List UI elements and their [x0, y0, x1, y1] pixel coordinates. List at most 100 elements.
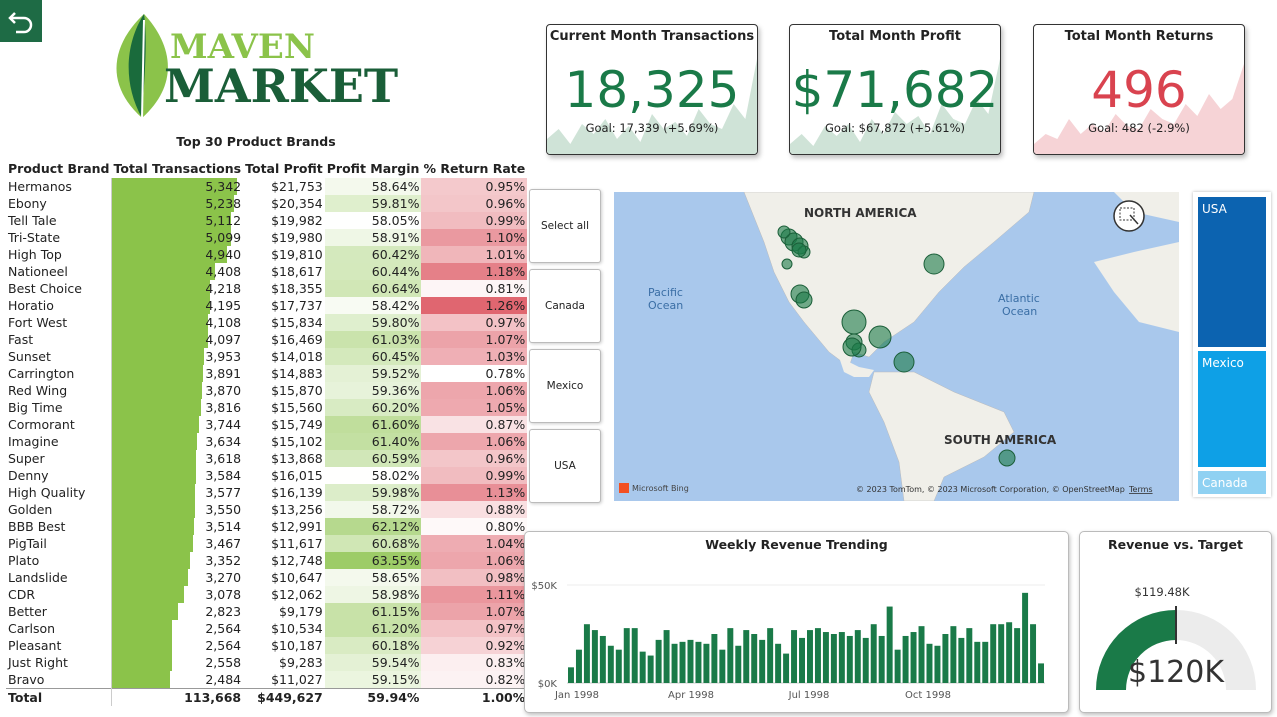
revenue-bar: [1038, 663, 1044, 683]
cell-margin: 59.15%: [324, 671, 422, 689]
country-treemap[interactable]: USA Mexico Canada: [1193, 192, 1271, 497]
table-row[interactable]: Best Choice 4,218 $18,355 60.64% 0.81%: [6, 280, 528, 297]
col-header-0[interactable]: Product Brand: [6, 153, 111, 178]
kpi-card-1[interactable]: Total Month Profit $71,682 Goal: $67,872 (…: [789, 24, 1001, 155]
cell-margin: 58.65%: [324, 569, 422, 586]
lasso-select-icon[interactable]: [1113, 200, 1145, 232]
treemap-canada[interactable]: Canada: [1198, 471, 1266, 496]
cell-brand: Cormorant: [6, 416, 112, 433]
table-row[interactable]: PigTail 3,467 $11,617 60.68% 1.04%: [6, 535, 528, 552]
data-bar: [111, 280, 211, 297]
slicer-canada[interactable]: Canada: [529, 269, 601, 343]
table-row[interactable]: Ebony 5,238 $20,354 59.81% 0.96%: [6, 195, 528, 212]
table-row[interactable]: Fort West 4,108 $15,834 59.80% 0.97%: [6, 314, 528, 331]
data-bar: [111, 467, 196, 484]
treemap-mexico[interactable]: Mexico: [1198, 351, 1266, 469]
table-row[interactable]: Better 2,823 $9,179 61.15% 1.07%: [6, 603, 528, 620]
bing-label: Microsoft Bing: [632, 484, 689, 493]
table-row[interactable]: Super 3,618 $13,868 60.59% 0.96%: [6, 450, 528, 467]
table-row[interactable]: Just Right 2,558 $9,283 59.54% 0.83%: [6, 654, 528, 671]
col-header-3[interactable]: Profit Margin: [325, 153, 422, 178]
cell-return-rate: 1.01%: [421, 246, 528, 263]
table-row[interactable]: Carrington 3,891 $14,883 59.52% 0.78%: [6, 365, 528, 382]
cell-brand: Better: [6, 603, 112, 620]
revenue-bar: [583, 624, 590, 683]
table-row[interactable]: High Top 4,940 $19,810 60.42% 1.01%: [6, 246, 528, 263]
cell-return-rate: 0.97%: [421, 314, 528, 331]
revenue-bar: [926, 643, 933, 683]
cell-return-rate: 0.97%: [421, 620, 528, 637]
cell-profit: $16,139: [271, 485, 323, 500]
cell-transactions: 3,514: [111, 518, 243, 535]
revenue-bar: [695, 641, 702, 683]
back-button[interactable]: [0, 0, 42, 42]
cell-brand: BBB Best: [6, 518, 112, 535]
bing-logo-icon: [619, 483, 629, 493]
revenue-bar: [902, 635, 909, 683]
cell-margin: 58.98%: [324, 586, 422, 603]
kpi-card-0[interactable]: Current Month Transactions 18,325 Goal: 17…: [546, 24, 758, 155]
cell-transactions-value: 4,940: [205, 247, 242, 262]
cell-transactions-value: 5,238: [205, 196, 242, 211]
cell-transactions-value: 3,618: [205, 451, 242, 466]
table-row[interactable]: Horatio 4,195 $17,737 58.42% 1.26%: [6, 297, 528, 314]
treemap-usa[interactable]: USA: [1198, 197, 1266, 349]
table-row[interactable]: High Quality 3,577 $16,139 59.98% 1.13%: [6, 484, 528, 501]
table-row[interactable]: Plato 3,352 $12,748 63.55% 1.06%: [6, 552, 528, 569]
cell-transactions: 3,467: [111, 535, 243, 552]
data-bar: [111, 603, 178, 620]
slicer-select-all[interactable]: Select all: [529, 189, 601, 263]
kpi-card-2[interactable]: Total Month Returns 496 Goal: 482 (-2.9%): [1033, 24, 1245, 155]
revenue-bar: [974, 641, 981, 683]
table-row[interactable]: Tri-State 5,099 $19,980 58.91% 1.10%: [6, 229, 528, 246]
table-row[interactable]: Nationeel 4,408 $18,617 60.44% 1.18%: [6, 263, 528, 280]
label-atlantic-ocean: Ocean: [1002, 305, 1037, 318]
table-row[interactable]: Big Time 3,816 $15,560 60.20% 1.05%: [6, 399, 528, 416]
cell-transactions-value: 3,634: [205, 434, 242, 449]
table-row[interactable]: Golden 3,550 $13,256 58.72% 0.88%: [6, 501, 528, 518]
cell-brand: CDR: [6, 586, 112, 603]
table-row[interactable]: Bravo 2,484 $11,027 59.15% 0.82%: [6, 671, 528, 689]
table-row[interactable]: CDR 3,078 $12,062 58.98% 1.11%: [6, 586, 528, 603]
table-row[interactable]: Hermanos 5,342 $21,753 58.64% 0.95%: [6, 178, 528, 195]
cell-transactions: 5,099: [111, 229, 243, 246]
revenue-bar: [719, 649, 726, 683]
map-terms-link[interactable]: Terms: [1128, 485, 1153, 494]
cell-transactions-value: 5,342: [205, 179, 242, 194]
col-header-2[interactable]: Total Profit: [243, 153, 325, 178]
revenue-bar: [846, 635, 853, 683]
table-row[interactable]: Pleasant 2,564 $10,187 60.18% 0.92%: [6, 637, 528, 654]
cell-transactions: 3,618: [111, 450, 243, 467]
store-bubble: [893, 351, 915, 373]
table-row[interactable]: Imagine 3,634 $15,102 61.40% 1.06%: [6, 433, 528, 450]
cell-return-rate: 1.06%: [421, 433, 528, 450]
table-row[interactable]: Cormorant 3,744 $15,749 61.60% 0.87%: [6, 416, 528, 433]
label-pacific: Pacific: [648, 286, 683, 299]
col-header-4[interactable]: % Return Rate: [421, 153, 527, 178]
revenue-bar: [1022, 592, 1029, 683]
table-row[interactable]: Fast 4,097 $16,469 61.03% 1.07%: [6, 331, 528, 348]
table-row[interactable]: Tell Tale 5,112 $19,982 58.05% 0.99%: [6, 212, 528, 229]
revenue-bar: [950, 626, 957, 683]
table-row[interactable]: Denny 3,584 $16,015 58.02% 0.99%: [6, 467, 528, 484]
col-header-1[interactable]: Total Transactions: [111, 153, 243, 178]
revenue-bar: [918, 626, 925, 683]
cell-transactions: 2,564: [111, 620, 243, 637]
table-row[interactable]: Red Wing 3,870 $15,870 59.36% 1.06%: [6, 382, 528, 399]
table-row[interactable]: BBB Best 3,514 $12,991 62.12% 0.80%: [6, 518, 528, 535]
weekly-revenue-chart: $50K $0KJan 1998 Apr 1998 Jul 1998 Oct 1998: [531, 581, 1045, 701]
slicer-mexico[interactable]: Mexico: [529, 349, 601, 423]
cell-profit: $16,015: [271, 468, 323, 483]
store-map[interactable]: NORTH AMERICA SOUTH AMERICA Pacific Ocea…: [614, 192, 1179, 501]
cell-brand: Golden: [6, 501, 112, 518]
table-row[interactable]: Carlson 2,564 $10,534 61.20% 0.97%: [6, 620, 528, 637]
gauge-target-label: $119.48K: [1134, 585, 1190, 599]
cell-profit: $21,753: [271, 179, 323, 194]
revenue-bar: [639, 651, 646, 683]
table-row[interactable]: Landslide 3,270 $10,647 58.65% 0.98%: [6, 569, 528, 586]
slicer-usa[interactable]: USA: [529, 429, 601, 503]
table-row[interactable]: Sunset 3,953 $14,018 60.45% 1.03%: [6, 348, 528, 365]
store-bubble: [841, 309, 867, 335]
revenue-bar: [1030, 624, 1037, 683]
cell-transactions-value: 4,408: [205, 264, 242, 279]
